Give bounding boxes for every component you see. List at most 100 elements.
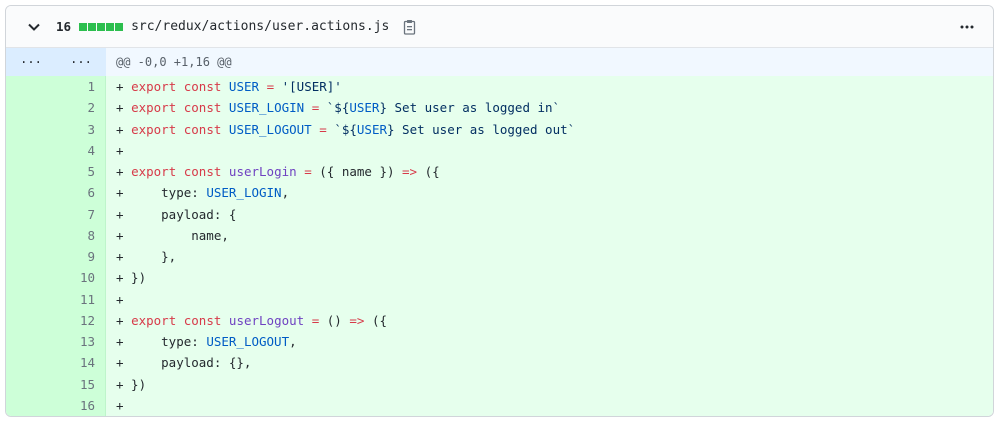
old-line-number[interactable] (6, 97, 56, 119)
new-line-number[interactable]: 15 (56, 373, 106, 395)
chevron-down-icon[interactable] (26, 19, 42, 35)
clipboard-icon[interactable] (403, 19, 417, 35)
new-line-number[interactable]: 5 (56, 161, 106, 183)
file-path-link[interactable]: src/redux/actions/user.actions.js (131, 19, 389, 34)
diff-line: 14 + payload: {}, (6, 352, 993, 374)
expand-up-button[interactable]: ... (6, 48, 56, 76)
code-token: ({ name }) (311, 164, 403, 179)
code-content: + export const USER = '[USER]' (106, 76, 993, 98)
old-line-number[interactable] (6, 246, 56, 268)
code-token: `${ (334, 121, 357, 137)
old-line-number[interactable] (6, 182, 56, 204)
new-line-number[interactable]: 7 (56, 203, 106, 225)
new-line-number[interactable]: 1 (56, 76, 106, 98)
diff-lines: 1 + export const USER = '[USER]' 2 + export… (6, 76, 993, 416)
old-line-number[interactable] (6, 161, 56, 183)
code-token: = (304, 164, 312, 179)
old-line-number[interactable] (6, 267, 56, 289)
code-token: + }, (116, 249, 177, 264)
code-token: + (116, 79, 132, 94)
expand-down-button[interactable]: ... (56, 48, 106, 76)
diff-line: 9 + }, (6, 246, 993, 268)
code-content: + export const USER_LOGOUT = `${USER} Se… (106, 118, 993, 140)
diff-line: 1 + export const USER = '[USER]' (6, 76, 993, 98)
old-line-number[interactable] (6, 288, 56, 310)
diff-line: 12 + export const userLogout = () => ({ (6, 309, 993, 331)
diffstat-block (97, 22, 106, 31)
code-token: USER (349, 100, 380, 116)
code-content: + (106, 139, 993, 161)
new-line-number[interactable]: 6 (56, 182, 106, 204)
new-line-number[interactable]: 13 (56, 331, 106, 353)
code-token: USER_LOGIN (206, 185, 282, 201)
old-line-number[interactable] (6, 118, 56, 140)
code-token: export (131, 312, 177, 328)
old-line-number[interactable] (6, 331, 56, 353)
code-token: USER (356, 121, 387, 137)
new-line-number[interactable]: 9 (56, 246, 106, 268)
new-line-number[interactable]: 2 (56, 97, 106, 119)
code-token: export (131, 79, 177, 94)
code-token: const (183, 312, 222, 328)
code-token: + (116, 121, 132, 137)
new-line-number[interactable]: 16 (56, 394, 106, 416)
new-line-number[interactable]: 11 (56, 288, 106, 310)
code-content: + type: USER_LOGOUT, (106, 331, 993, 353)
diff-line: 16 + (6, 394, 993, 416)
code-token: => (402, 164, 418, 179)
code-content: + (106, 288, 993, 310)
hunk-header-row: ... ... @@ -0,0 +1,16 @@ (6, 48, 993, 76)
code-content: + payload: {}, (106, 352, 993, 374)
old-line-number[interactable] (6, 352, 56, 374)
new-line-number[interactable]: 4 (56, 139, 106, 161)
old-line-number[interactable] (6, 76, 56, 98)
code-token: userLogout (228, 312, 305, 328)
new-line-number[interactable]: 3 (56, 118, 106, 140)
diff-line: 4 + (6, 139, 993, 161)
diff-line: 6 + type: USER_LOGIN, (6, 182, 993, 204)
code-token: , (289, 334, 297, 349)
diff-line: 13 + type: USER_LOGOUT, (6, 331, 993, 353)
old-line-number[interactable] (6, 309, 56, 331)
diff-line: 5 + export const userLogin = ({ name }) =… (6, 161, 993, 183)
old-line-number[interactable] (6, 203, 56, 225)
old-line-number[interactable] (6, 394, 56, 416)
new-line-number[interactable]: 12 (56, 309, 106, 331)
old-line-number[interactable] (6, 373, 56, 395)
code-token: USER (228, 79, 260, 94)
code-content: + type: USER_LOGIN, (106, 182, 993, 204)
code-content: + }) (106, 267, 993, 289)
code-content: + name, (106, 224, 993, 246)
code-content: + }) (106, 373, 993, 395)
more-options-icon[interactable] (959, 19, 975, 35)
code-content: + export const USER_LOGIN = `${USER} Set… (106, 97, 993, 119)
code-token: , (281, 185, 290, 201)
code-content: + export const userLogin = ({ name }) =>… (106, 161, 993, 183)
code-token: + (116, 312, 132, 328)
old-line-number[interactable] (6, 224, 56, 246)
code-token: USER_LOGOUT (206, 334, 290, 349)
code-token: + type: (116, 334, 207, 349)
old-line-number[interactable] (6, 139, 56, 161)
code-token: const (183, 100, 222, 116)
code-token: + payload: {}, (116, 355, 252, 371)
new-line-number[interactable]: 10 (56, 267, 106, 289)
code-token: => (349, 312, 365, 328)
code-token: const (183, 164, 222, 179)
code-token: + (116, 164, 132, 179)
code-token: } Set user as logged in` (379, 100, 561, 116)
new-line-number[interactable]: 14 (56, 352, 106, 374)
diffstat-block (106, 22, 115, 31)
diff-line: 10 + }) (6, 267, 993, 289)
code-token: + }) (116, 376, 147, 392)
code-token: export (131, 164, 177, 179)
new-line-number[interactable]: 8 (56, 224, 106, 246)
